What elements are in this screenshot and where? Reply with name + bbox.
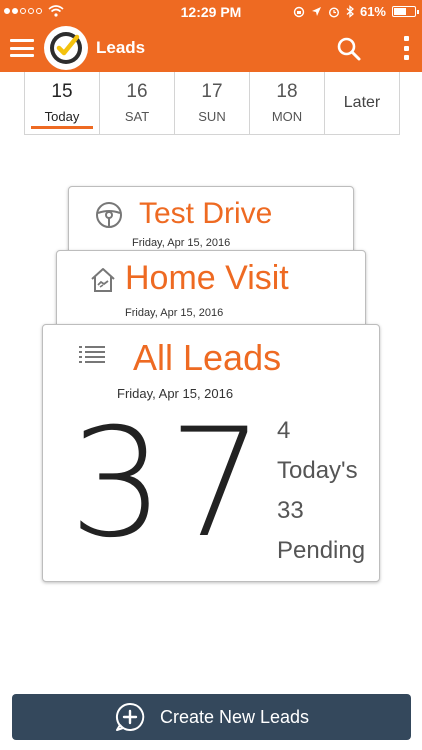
location-arrow-icon <box>311 7 321 16</box>
today-leads-count: 4 <box>277 417 291 444</box>
tab-later[interactable]: Later <box>325 72 399 134</box>
tab-sun[interactable]: 17 SUN <box>175 72 250 134</box>
tab-day-label: SUN <box>198 109 226 124</box>
tab-date-number: 17 <box>201 81 223 102</box>
status-right: 61% <box>293 4 419 19</box>
more-vertical-icon[interactable] <box>402 36 410 60</box>
test-drive-card[interactable]: Test Drive Friday, Apr 15, 2016 <box>68 186 354 256</box>
total-leads-count: 37 <box>69 397 268 571</box>
pending-leads-label: Pending <box>277 537 366 564</box>
rotation-lock-icon <box>293 6 305 17</box>
tab-date-number: 18 <box>276 81 298 102</box>
hamburger-menu-icon[interactable] <box>10 39 34 57</box>
all-leads-title: All Leads <box>133 337 282 378</box>
tab-date-number: 15 <box>51 81 73 102</box>
date-tabs: 15 Today 16 SAT 17 SUN 18 MON Later <box>24 72 400 135</box>
create-new-leads-button[interactable]: Create New Leads <box>12 694 411 740</box>
tab-sat[interactable]: 16 SAT <box>100 72 175 134</box>
today-leads-label: Today's <box>277 457 358 484</box>
test-drive-title: Test Drive <box>139 197 273 230</box>
battery-percent: 61% <box>359 4 386 19</box>
page-title: Leads <box>96 38 146 57</box>
tab-today[interactable]: 15 Today <box>25 72 100 134</box>
app-logo-check-icon <box>44 26 88 70</box>
create-new-leads-label: Create New Leads <box>159 706 310 727</box>
test-drive-date: Friday, Apr 15, 2016 <box>132 237 231 249</box>
list-icon <box>79 346 105 363</box>
active-tab-indicator <box>31 126 93 129</box>
alarm-icon <box>328 6 339 18</box>
all-leads-card[interactable]: All Leads Friday, Apr 15, 2016 37 4 Toda… <box>42 324 380 582</box>
bluetooth-icon <box>346 5 354 18</box>
tab-day-label: Today <box>44 109 80 124</box>
status-bar: 12:29 PM 61% <box>0 0 422 24</box>
search-icon[interactable] <box>336 36 362 62</box>
battery-icon <box>392 6 419 17</box>
home-visit-card[interactable]: Home Visit Friday, Apr 15, 2016 <box>56 250 366 330</box>
tab-later-label: Later <box>343 94 381 111</box>
tab-day-label: MON <box>271 109 303 124</box>
app-bar: Leads <box>0 24 422 72</box>
home-visit-date: Friday, Apr 15, 2016 <box>125 307 224 319</box>
tab-mon[interactable]: 18 MON <box>250 72 325 134</box>
chat-plus-icon <box>115 702 145 731</box>
battery-level-fill <box>394 8 407 15</box>
pending-leads-count: 33 <box>277 497 304 524</box>
tab-date-number: 16 <box>126 81 148 102</box>
home-visit-title: Home Visit <box>125 259 289 297</box>
tab-day-label: SAT <box>124 109 150 124</box>
steering-wheel-icon <box>96 202 122 228</box>
house-handshake-icon <box>91 268 115 292</box>
